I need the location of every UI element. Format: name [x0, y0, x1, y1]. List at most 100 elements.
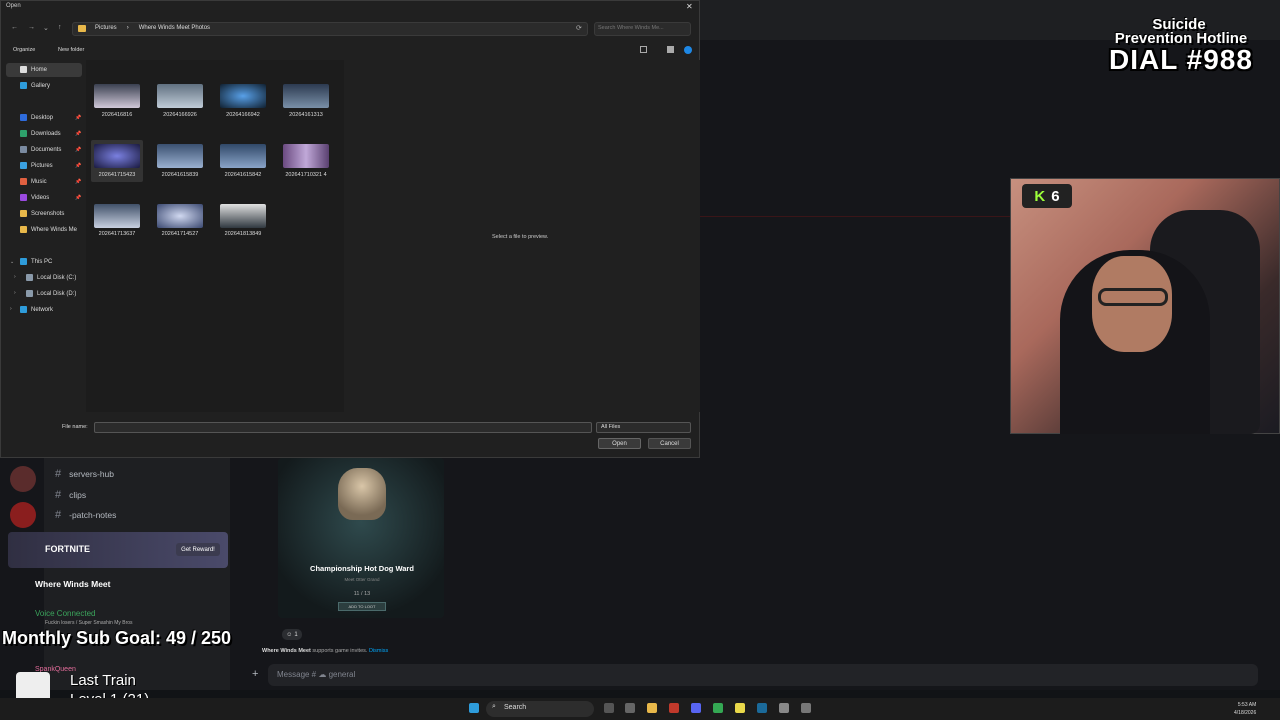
file-name[interactable]: 202641615839 — [150, 172, 210, 178]
organize-button[interactable]: Organize — [13, 47, 35, 53]
file-explorer-icon[interactable] — [647, 703, 657, 713]
app-icon[interactable] — [735, 703, 745, 713]
nav-home[interactable]: Home — [20, 66, 47, 73]
file-thumbnail[interactable] — [157, 204, 203, 228]
file-thumbnail[interactable] — [94, 204, 140, 228]
home-icon — [20, 66, 27, 73]
chevron-down-icon[interactable]: ⌄ — [43, 24, 49, 32]
file-type-select[interactable]: All Files — [596, 422, 691, 433]
nav-pictures[interactable]: Pictures — [20, 162, 53, 169]
file-thumbnail[interactable] — [283, 144, 329, 168]
pin-icon: 📌 — [75, 179, 82, 185]
nav-music[interactable]: Music — [20, 178, 47, 185]
file-thumbnail[interactable] — [157, 144, 203, 168]
server-icon-new[interactable] — [10, 502, 36, 528]
nav-this-pc[interactable]: This PC — [20, 258, 52, 265]
add-to-loot-button[interactable]: ADD TO LOOT — [338, 602, 386, 611]
file-name[interactable]: 202641710321 4 — [276, 172, 336, 178]
file-thumbnail[interactable] — [220, 204, 266, 228]
app-icon[interactable] — [779, 703, 789, 713]
preview-pane-icon[interactable] — [667, 46, 674, 53]
new-folder-button[interactable]: New folder — [58, 47, 84, 53]
file-thumbnail[interactable] — [220, 144, 266, 168]
pictures-icon — [20, 162, 27, 169]
view-icon[interactable] — [640, 46, 647, 53]
file-name[interactable]: 20264166942 — [213, 112, 273, 118]
nav-local-disk-d[interactable]: Local Disk (D:) — [26, 290, 76, 297]
taskbar — [0, 698, 1280, 720]
app-icon[interactable] — [669, 703, 679, 713]
preview-message: Select a file to preview. — [492, 234, 549, 240]
settings-icon[interactable] — [625, 703, 635, 713]
taskbar-search[interactable] — [486, 701, 594, 717]
add-attachment-icon[interactable]: + — [252, 668, 258, 680]
hash-icon: # — [55, 489, 62, 501]
dismiss-link[interactable]: Dismiss — [369, 648, 388, 654]
nav-documents[interactable]: Documents — [20, 146, 61, 153]
file-thumbnail[interactable] — [220, 84, 266, 108]
message-input[interactable] — [268, 664, 1258, 686]
discord-icon[interactable] — [691, 703, 701, 713]
channel-clips[interactable]: # clips — [55, 489, 86, 501]
file-thumbnail[interactable] — [157, 84, 203, 108]
cancel-button[interactable]: Cancel — [648, 438, 691, 449]
pin-icon: 📌 — [75, 115, 82, 121]
taskbar-search-label: Search — [504, 704, 527, 711]
pin-icon: 📌 — [75, 163, 82, 169]
steam-icon[interactable] — [757, 703, 767, 713]
voice-channel-name[interactable]: Fuckin losers / Super Smashin My Bros — [45, 620, 133, 626]
breadcrumb-current[interactable]: Where Winds Meet Photos — [139, 25, 210, 31]
get-reward-button[interactable]: Get Reward! — [176, 543, 220, 556]
file-name[interactable]: 2026416816 — [87, 112, 147, 118]
game-invite-notice: Where Winds Meet supports game invites. … — [262, 648, 389, 654]
nav-network[interactable]: Network — [20, 306, 53, 313]
refresh-icon[interactable]: ⟳ — [576, 24, 582, 32]
now-playing-title: Last Train — [70, 672, 136, 689]
file-name[interactable]: 202641615842 — [213, 172, 273, 178]
file-name[interactable]: 202641713637 — [87, 231, 147, 237]
nav-where-winds-meet[interactable]: Where Winds Me — [20, 226, 77, 233]
folder-icon — [20, 210, 27, 217]
file-name[interactable]: 20264161313 — [276, 112, 336, 118]
start-icon[interactable] — [469, 703, 479, 713]
task-view-icon[interactable] — [604, 703, 614, 713]
file-name[interactable]: 202641715423 — [87, 172, 147, 178]
close-icon[interactable]: ✕ — [686, 2, 693, 11]
nav-local-disk-c[interactable]: Local Disk (C:) — [26, 274, 76, 281]
file-thumbnail[interactable] — [94, 84, 140, 108]
file-name[interactable]: 20264166926 — [150, 112, 210, 118]
system-clock[interactable]: 5:53 AM 4/18/2026 — [1234, 701, 1256, 717]
nav-desktop[interactable]: Desktop — [20, 114, 53, 121]
server-name[interactable]: Where Winds Meet — [35, 579, 111, 589]
file-name-input[interactable] — [94, 422, 592, 433]
drive-icon — [26, 290, 33, 297]
forward-icon[interactable]: → — [28, 24, 35, 31]
pin-icon: 📌 — [75, 131, 82, 137]
back-icon[interactable]: ← — [11, 24, 18, 31]
chevron-right-icon[interactable]: › — [14, 274, 16, 280]
nav-screenshots[interactable]: Screenshots — [20, 210, 64, 217]
chrome-icon[interactable] — [713, 703, 723, 713]
file-name[interactable]: 202641813849 — [213, 231, 273, 237]
open-button[interactable]: Open — [598, 438, 641, 449]
gallery-icon — [20, 82, 27, 89]
file-thumbnail[interactable] — [94, 144, 140, 168]
nav-gallery[interactable]: Gallery — [20, 82, 50, 89]
emoji-icon: ☺ — [286, 631, 293, 638]
reaction-chip[interactable]: ☺ 1 — [282, 629, 302, 640]
chevron-right-icon[interactable]: › — [14, 290, 16, 296]
up-icon[interactable]: ↑ — [58, 24, 62, 31]
chevron-down-icon[interactable]: ⌄ — [10, 259, 14, 265]
channel-patch-notes[interactable]: # -patch-notes — [55, 509, 116, 521]
help-icon[interactable] — [684, 46, 692, 54]
app-icon[interactable] — [801, 703, 811, 713]
file-thumbnail[interactable] — [283, 84, 329, 108]
server-icon[interactable] — [10, 466, 36, 492]
file-name[interactable]: 202641714527 — [150, 231, 210, 237]
nav-videos[interactable]: Videos — [20, 194, 49, 201]
breadcrumb-pictures[interactable]: Pictures — [95, 25, 117, 31]
search-placeholder: Search Where Winds Me... — [598, 25, 664, 31]
nav-downloads[interactable]: Downloads — [20, 130, 61, 137]
channel-servers-hub[interactable]: # servers-hub — [55, 468, 114, 480]
chevron-right-icon[interactable]: › — [10, 306, 12, 312]
